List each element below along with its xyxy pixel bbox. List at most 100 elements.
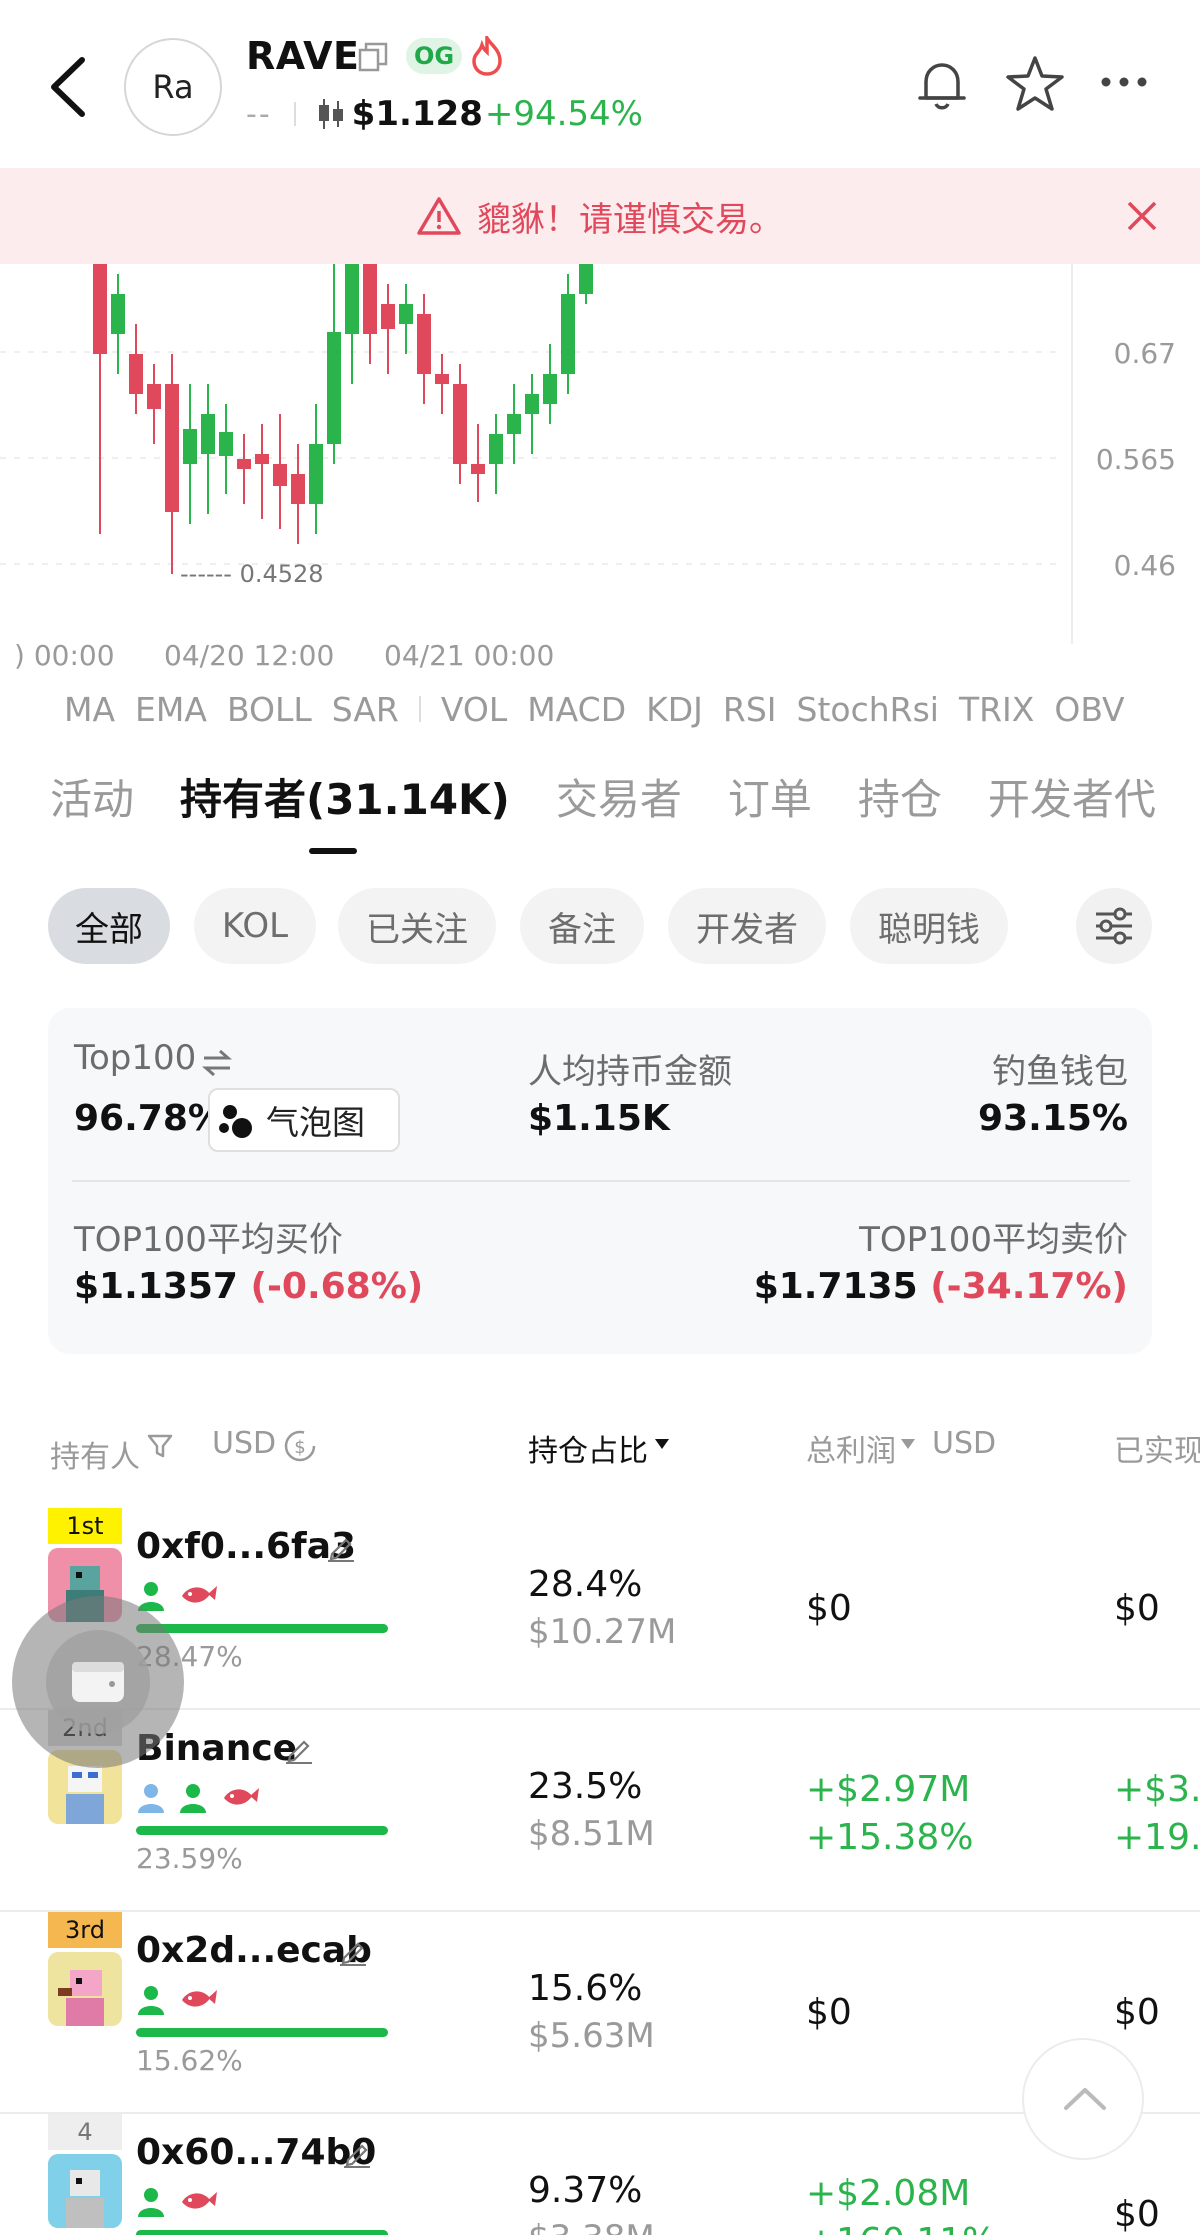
chip-notes[interactable]: 备注 — [520, 888, 644, 964]
indicator-vol[interactable]: VOL — [441, 690, 507, 729]
tab-orders[interactable]: 订单 — [728, 766, 812, 856]
candle-body — [111, 294, 125, 334]
chip-smart-money[interactable]: 聪明钱 — [850, 888, 1008, 964]
realized-column-header[interactable]: 已实现 — [1114, 1426, 1200, 1470]
chip-all[interactable]: 全部 — [48, 888, 170, 964]
tab-positions[interactable]: 持仓 — [858, 766, 942, 856]
total-profit-percent: +15.38% — [806, 1817, 974, 1858]
top100-label: Top100 — [74, 1038, 197, 1078]
realized-profit: $0 — [1114, 1588, 1160, 1629]
tab-activity[interactable]: 活动 — [50, 766, 134, 856]
back-arrow-icon[interactable] — [44, 52, 94, 122]
share-percent: 15.6% — [528, 1968, 643, 2009]
filter-chips: 全部 KOL 已关注 备注 开发者 聪明钱 — [48, 888, 1200, 964]
sliders-icon — [1096, 907, 1132, 945]
close-icon[interactable] — [1124, 198, 1160, 234]
indicator-ema[interactable]: EMA — [135, 690, 207, 729]
phishing-value: 93.15% — [978, 1098, 1128, 1139]
indicator-rsi[interactable]: RSI — [723, 690, 777, 729]
holding-bar — [136, 2230, 388, 2235]
edit-icon[interactable] — [284, 1734, 314, 1764]
currency-switch-icon[interactable]: $ — [282, 1428, 318, 1464]
realized-profit: $0 — [1114, 2194, 1160, 2235]
total-profit-value: +$2.97M — [806, 1769, 971, 1810]
edit-icon[interactable] — [342, 2138, 372, 2168]
candlestick-chart[interactable]: 0.67 0.565 0.46 ------ 0.4528) 00:00 04/20 1… — [0, 264, 1200, 684]
indicator-obv[interactable]: OBV — [1054, 690, 1124, 729]
indicator-stochrsi[interactable]: StochRsi — [797, 690, 939, 729]
sort-icon[interactable] — [900, 1438, 916, 1450]
exchange-user-icon — [138, 1784, 164, 1813]
candle-body — [579, 264, 593, 294]
indicator-macd[interactable]: MACD — [527, 690, 626, 729]
avg-buy-label: TOP100平均买价 — [74, 1220, 343, 1260]
candle-body — [165, 384, 179, 512]
candle-body — [507, 414, 521, 434]
x-axis-label: 04/20 12:00 — [164, 639, 334, 672]
filter-icon[interactable] — [146, 1432, 174, 1460]
price-chart[interactable]: 0.67 0.565 0.46 ------ 0.4528) 00:00 04/20 1… — [0, 264, 1200, 684]
candle-body — [129, 354, 143, 394]
scroll-to-top-button[interactable] — [1022, 2038, 1144, 2160]
bubble-map-button[interactable]: 气泡图 — [208, 1088, 400, 1152]
more-icon[interactable] — [1100, 70, 1148, 94]
profit-column-header[interactable]: 总利润 — [806, 1426, 896, 1470]
min-price-label: ------ 0.4528 — [180, 560, 324, 588]
usd-toggle[interactable]: USD — [212, 1426, 276, 1461]
chip-kol[interactable]: KOL — [194, 888, 316, 964]
divider — [418, 696, 421, 722]
swap-icon[interactable] — [200, 1048, 234, 1078]
holder-address[interactable]: 0x2d...ecab — [136, 1930, 372, 1971]
x-axis-label: 04/21 00:00 — [384, 639, 554, 672]
phishing-label: 钓鱼钱包 — [992, 1052, 1128, 1092]
candle-body — [345, 264, 359, 334]
fish-icon — [182, 2192, 217, 2209]
wallet-button-inner — [46, 1630, 150, 1734]
chip-developer[interactable]: 开发者 — [668, 888, 826, 964]
holder-address[interactable]: 0x60...74b0 — [136, 2132, 376, 2173]
y-axis-label: 0.565 — [1096, 443, 1176, 476]
total-profit: +$2.08M +160.11% — [806, 2170, 996, 2235]
candle-body — [489, 434, 503, 464]
sort-down-icon[interactable] — [654, 1438, 670, 1450]
avg-sell-change: (-34.17%) — [930, 1266, 1128, 1307]
share-percent: 23.5% — [528, 1766, 643, 1807]
table-row[interactable]: 4 0x60...74b0 9.37% $3.38M +$2.08M +160.… — [0, 2114, 1200, 2235]
edit-icon[interactable] — [338, 1936, 368, 1966]
star-icon[interactable] — [1004, 54, 1066, 114]
indicator-sar[interactable]: SAR — [332, 690, 399, 729]
holding-bar — [136, 2028, 388, 2037]
share-column-header[interactable]: 持仓占比 — [528, 1426, 648, 1470]
candle-body — [291, 474, 305, 504]
table-row[interactable]: 2nd Binance 23.59% 23.5% $8.51M +$2.97M … — [0, 1710, 1200, 1912]
candle-body — [525, 394, 539, 414]
edit-icon[interactable] — [326, 1532, 356, 1562]
holder-header-label: 持有人 — [50, 1440, 140, 1475]
price-change: +94.54% — [484, 94, 643, 134]
indicator-ma[interactable]: MA — [64, 690, 115, 729]
table-row[interactable]: 3rd 0x2d...ecab 15.62% 15.6% $5.63M $0 $… — [0, 1912, 1200, 2114]
bell-icon[interactable] — [912, 54, 972, 114]
filter-settings-button[interactable] — [1076, 888, 1152, 964]
candle-body — [327, 332, 341, 444]
tab-traders[interactable]: 交易者 — [556, 766, 682, 856]
share-percent: 28.4% — [528, 1564, 643, 1605]
chip-followed[interactable]: 已关注 — [338, 888, 496, 964]
candle-body — [255, 454, 269, 464]
holder-address[interactable]: 0xf0...6fa3 — [136, 1526, 356, 1567]
indicator-trix[interactable]: TRIX — [959, 690, 1034, 729]
tab-bar: 活动 持有者(31.14K) 交易者 订单 持仓 开发者代 — [50, 766, 1200, 856]
avg-sell-value: $1.7135 (-34.17%) — [754, 1266, 1128, 1307]
fish-icon — [224, 1788, 259, 1805]
top100-value: 96.78% — [74, 1098, 224, 1139]
indicator-kdj[interactable]: KDJ — [646, 690, 703, 729]
tab-holders[interactable]: 持有者(31.14K) — [180, 766, 510, 856]
tab-developer[interactable]: 开发者代 — [988, 766, 1156, 856]
indicator-boll[interactable]: BOLL — [227, 690, 312, 729]
candle-body — [435, 374, 449, 384]
token-name: RAVE — [246, 34, 360, 78]
copy-icon[interactable] — [358, 42, 388, 72]
holder-tags — [136, 1580, 230, 1616]
floating-wallet-button[interactable] — [12, 1596, 184, 1768]
divider — [72, 1180, 1130, 1182]
